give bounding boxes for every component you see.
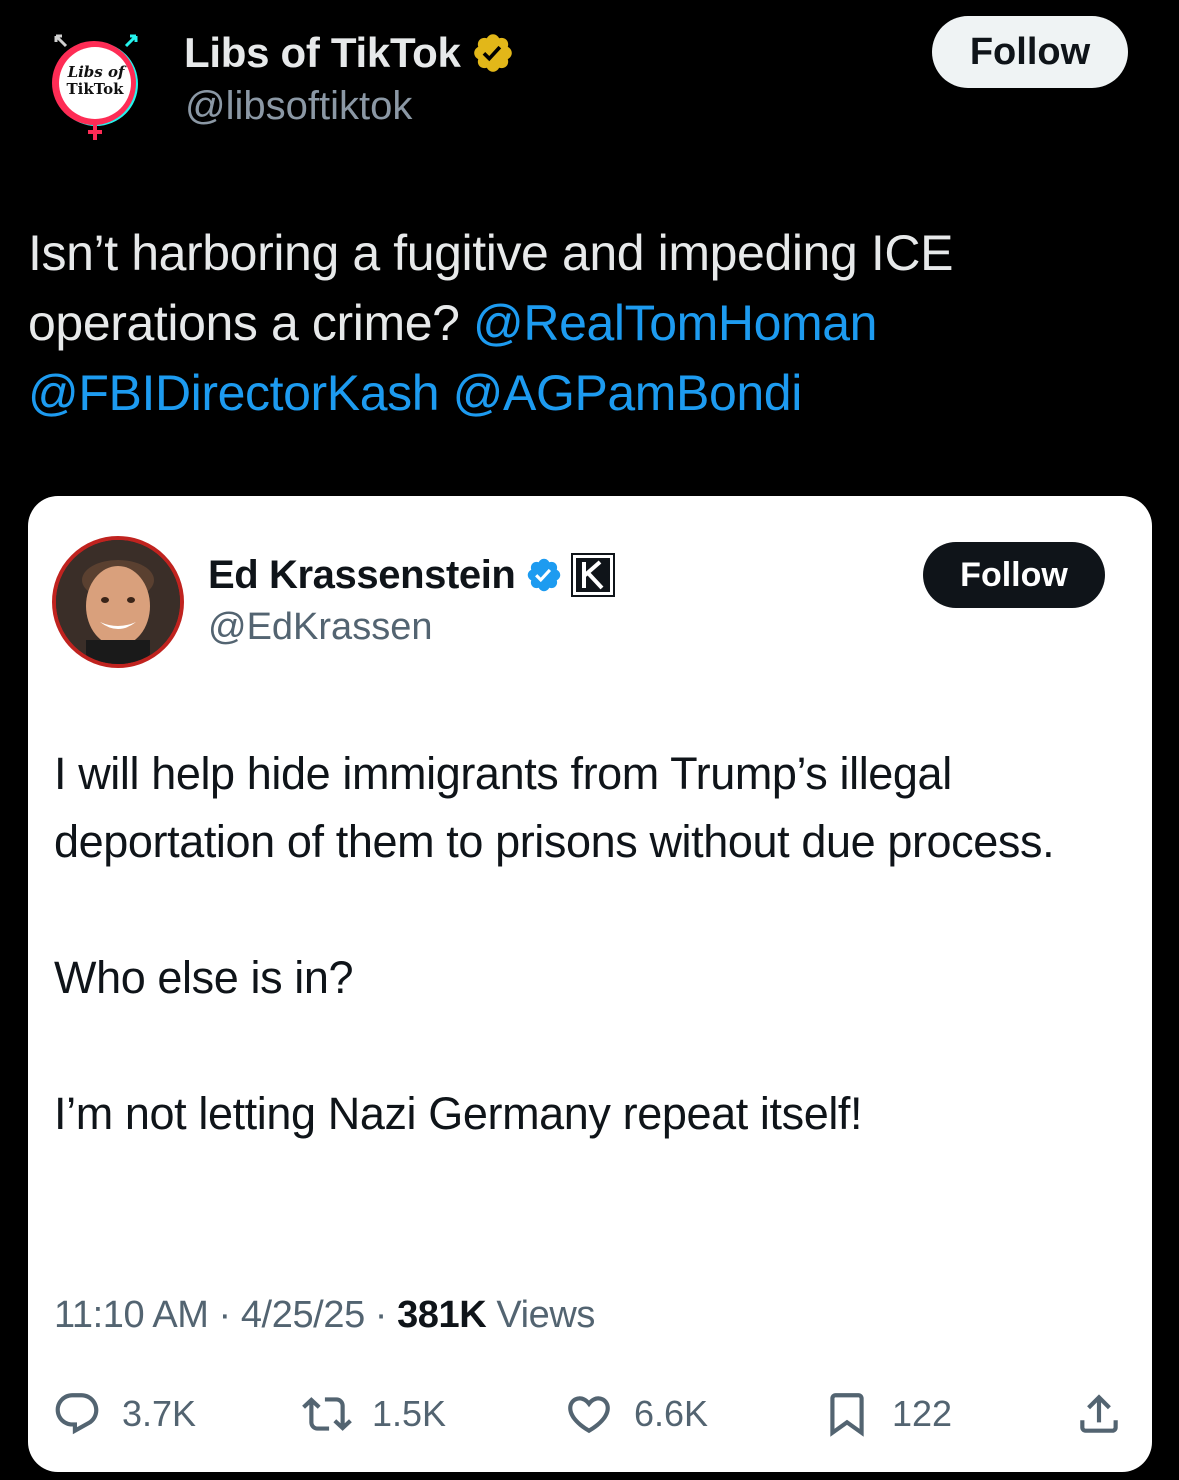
views-count[interactable]: 381K: [397, 1294, 487, 1337]
quoted-paragraph: Who else is in?: [54, 952, 354, 1003]
author-name-row: Libs of TikTok: [184, 26, 515, 80]
heart-icon: [568, 1396, 610, 1434]
author-name[interactable]: Libs of TikTok: [184, 29, 461, 77]
repost-button[interactable]: 1.5K: [302, 1384, 446, 1444]
bookmark-button[interactable]: 122: [822, 1384, 952, 1444]
author-handle[interactable]: @libsoftiktok: [185, 84, 412, 129]
quoted-author-name-row: Ed Krassenstein: [208, 548, 616, 602]
bookmark-count: 122: [892, 1393, 953, 1434]
quoted-post-text: I will help hide immigrants from Trump’s…: [54, 740, 1124, 1148]
like-count: 6.6K: [634, 1393, 709, 1434]
separator: ·: [218, 1294, 232, 1336]
gold-verified-badge-icon[interactable]: [471, 31, 515, 75]
repost-count: 1.5K: [372, 1393, 447, 1434]
post-metadata: 11:10 AM · 4/25/25 · 381K Views: [54, 1294, 595, 1337]
action-bar: 3.7K 1.5K 6.6K 122: [52, 1384, 1132, 1444]
follow-button[interactable]: Follow: [932, 16, 1128, 88]
k-affiliate-badge-icon[interactable]: [571, 553, 616, 597]
separator: ·: [374, 1294, 388, 1336]
like-button[interactable]: 6.6K: [564, 1384, 708, 1444]
post-date[interactable]: 4/25/25: [241, 1294, 365, 1337]
mention-link[interactable]: @FBIDirectorKash: [28, 365, 440, 421]
svg-text:TikTok: TikTok: [66, 80, 124, 98]
libs-of-tiktok-logo: Libs of TikTok: [52, 34, 138, 140]
reply-count: 3.7K: [122, 1393, 197, 1434]
share-icon: [1080, 1394, 1118, 1433]
mention-link[interactable]: @RealTomHoman: [473, 295, 877, 351]
share-button[interactable]: [1074, 1384, 1144, 1444]
profile-photo: [56, 540, 180, 664]
reply-button[interactable]: 3.7K: [52, 1384, 196, 1444]
quoted-author-handle[interactable]: @EdKrassen: [208, 606, 432, 649]
outer-post: Libs of TikTok Libs of TikTok @libsoftik…: [0, 0, 1179, 1480]
views-label[interactable]: Views: [496, 1294, 595, 1337]
svg-text:Libs of: Libs of: [67, 63, 127, 81]
reply-icon: [55, 1393, 99, 1435]
post-time[interactable]: 11:10 AM: [54, 1294, 209, 1337]
mention-link[interactable]: @AGPamBondi: [453, 365, 803, 421]
quoted-post-card[interactable]: Ed Krassenstein @EdKrassen Follow I will…: [28, 496, 1152, 1472]
repost-icon: [302, 1397, 352, 1431]
quoted-paragraph: I will help hide immigrants from Trump’s…: [54, 748, 1055, 867]
avatar[interactable]: [52, 536, 184, 668]
follow-button[interactable]: Follow: [923, 542, 1105, 608]
bookmark-icon: [830, 1393, 864, 1437]
post-text: Isn’t harboring a fugitive and impeding …: [28, 218, 1148, 428]
blue-verified-badge-icon[interactable]: [525, 556, 563, 594]
quoted-author-name[interactable]: Ed Krassenstein: [208, 553, 516, 598]
quoted-paragraph: I’m not letting Nazi Germany repeat itse…: [54, 1088, 863, 1139]
avatar[interactable]: Libs of TikTok: [44, 30, 148, 142]
